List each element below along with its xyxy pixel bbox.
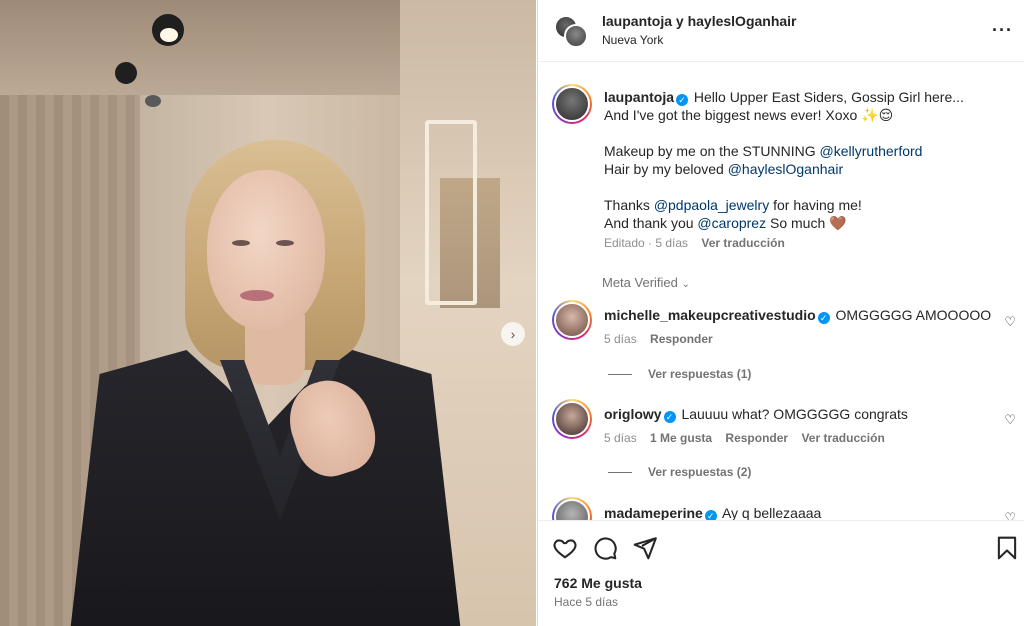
post-side-panel: laupantoja y hayleslOganhair Nueva York … (537, 0, 1024, 626)
lamp-light (160, 28, 178, 42)
avatar[interactable] (552, 84, 592, 124)
mention-link[interactable]: @kellyrutherford (820, 143, 923, 159)
caption-line: So much 🤎 (769, 215, 847, 231)
reply-link[interactable]: Responder (725, 431, 788, 445)
more-horizontal-icon[interactable]: ··· (992, 20, 1013, 41)
caption-username[interactable]: laupantoja (604, 89, 674, 105)
like-comment-heart-icon[interactable]: ♡ (1004, 412, 1016, 428)
post-time: Hace 5 días (554, 595, 619, 609)
ceiling-camera (145, 95, 161, 107)
view-replies-button[interactable]: Ver respuestas (1) (608, 367, 751, 381)
meta-verified-label[interactable]: Meta Verified ⌄ (602, 275, 690, 290)
post-caption: laupantoja ✓ Hello Upper East Siders, Gos… (604, 88, 999, 236)
comment-text: origlowy ✓ Lauuuu what? OMGGGGG congrats (604, 406, 908, 423)
verified-badge-icon: ✓ (663, 411, 676, 423)
post-authors[interactable]: laupantoja y hayleslOganhair (602, 13, 797, 29)
post-photo[interactable]: › (0, 0, 536, 626)
photo-face (207, 170, 325, 330)
avatar[interactable] (552, 399, 592, 439)
caption-line: Hair by my beloved (604, 161, 724, 177)
comment-meta: 5 días Responder (604, 332, 723, 346)
comment-age: 5 días (604, 431, 637, 445)
post-actions: 762 Me gusta Hace 5 días (538, 520, 1024, 626)
caption-line: Hello Upper East Siders, Gossip Girl her… (693, 89, 964, 105)
like-heart-icon[interactable] (552, 535, 578, 561)
comment-username[interactable]: michelle_makeupcreativestudio (604, 307, 816, 323)
photo-eye (276, 240, 294, 246)
chevron-down-icon: ⌄ (681, 279, 690, 290)
comment-text: michelle_makeupcreativestudio ✓ OMGGGGG A… (604, 307, 992, 324)
translate-link[interactable]: Ver traducción (801, 431, 884, 445)
avatar[interactable] (552, 300, 592, 340)
verified-badge-icon: ✓ (817, 312, 830, 324)
likes-count[interactable]: 762 Me gusta (554, 575, 642, 591)
avatar[interactable] (564, 24, 588, 48)
reply-link[interactable]: Responder (650, 332, 713, 346)
mention-link[interactable]: @hayleslOganhair (728, 161, 843, 177)
next-photo-button[interactable]: › (501, 322, 525, 346)
photo-blazer (68, 350, 463, 626)
comment-likes[interactable]: 1 Me gusta (650, 431, 712, 445)
comment-age: 5 días (604, 332, 637, 346)
post-header: laupantoja y hayleslOganhair Nueva York … (538, 0, 1024, 62)
view-replies-button[interactable]: Ver respuestas (2) (608, 465, 751, 479)
caption-line: for having me! (773, 197, 862, 213)
translate-link[interactable]: Ver traducción (701, 236, 784, 250)
ceiling-lamp (115, 62, 137, 84)
post-location[interactable]: Nueva York (602, 33, 663, 47)
photo-mirror-frame (425, 120, 477, 305)
caption-line: Thanks (604, 197, 650, 213)
comment-meta: 5 días 1 Me gusta Responder Ver traducci… (604, 431, 895, 445)
comment-username[interactable]: madameperine (604, 505, 703, 521)
share-paper-plane-icon[interactable] (632, 535, 658, 561)
caption-line: And thank you (604, 215, 694, 231)
photo-eye (232, 240, 250, 246)
verified-badge-icon: ✓ (676, 94, 689, 106)
edited-time: Editado · 5 días (604, 236, 689, 250)
comment-bubble-icon[interactable] (592, 535, 618, 561)
chevron-right-icon: › (510, 326, 516, 342)
caption-line: And I've got the biggest news ever! Xoxo… (604, 107, 894, 123)
caption-line: Makeup by me on the STUNNING (604, 143, 816, 159)
mention-link[interactable]: @pdpaola_jewelry (654, 197, 769, 213)
caption-meta: Editado · 5 días Ver traducción (604, 236, 795, 250)
photo-lips (240, 290, 274, 301)
comment-username[interactable]: origlowy (604, 406, 662, 422)
like-comment-heart-icon[interactable]: ♡ (1004, 314, 1016, 330)
save-bookmark-icon[interactable] (994, 535, 1020, 561)
mention-link[interactable]: @caroprez (697, 215, 766, 231)
